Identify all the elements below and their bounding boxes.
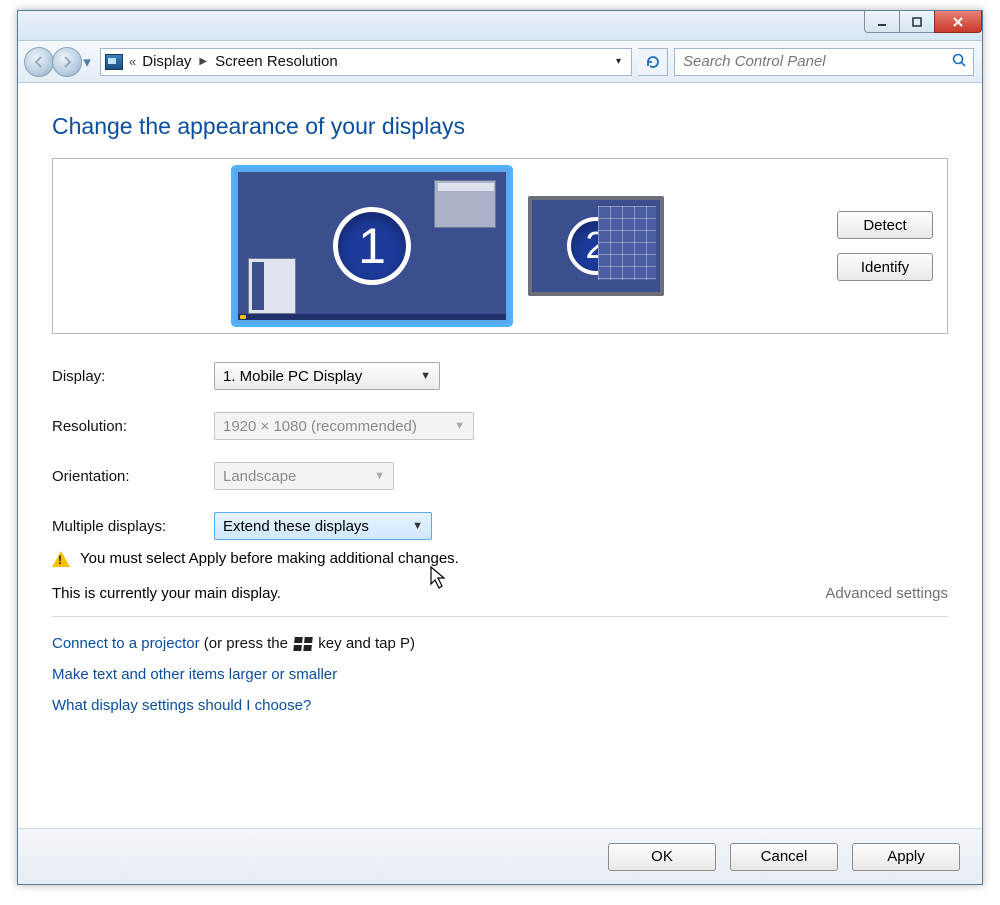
orientation-dropdown[interactable]: Landscape ▼: [214, 462, 394, 490]
titlebar: [18, 11, 982, 41]
address-bar[interactable]: « Display ▶ Screen Resolution ▾: [100, 48, 632, 76]
identify-button[interactable]: Identify: [837, 253, 933, 281]
cancel-button[interactable]: Cancel: [730, 843, 838, 871]
breadcrumb-caret-icon[interactable]: ▶: [197, 56, 209, 67]
display-arrangement-canvas[interactable]: 1 2: [61, 167, 837, 325]
monitor-1-number: 1: [333, 207, 411, 285]
monitor-1-taskbar: [238, 314, 506, 320]
advanced-settings-link[interactable]: Advanced settings: [825, 585, 948, 602]
back-button[interactable]: [24, 47, 54, 77]
minimize-button[interactable]: [864, 11, 900, 33]
main-display-text: This is currently your main display.: [52, 585, 281, 602]
search-box[interactable]: [674, 48, 974, 76]
display-value: 1. Mobile PC Display: [223, 368, 362, 385]
chevron-down-icon: ▼: [412, 520, 423, 532]
warning-text: You must select Apply before making addi…: [80, 550, 459, 567]
footer: OK Cancel Apply: [18, 828, 982, 884]
ok-button[interactable]: OK: [608, 843, 716, 871]
monitor-2-grid: [598, 206, 656, 280]
orientation-value: Landscape: [223, 468, 296, 485]
breadcrumb-current[interactable]: Screen Resolution: [215, 53, 338, 70]
connect-projector-link[interactable]: Connect to a projector: [52, 635, 200, 652]
detect-button[interactable]: Detect: [837, 211, 933, 239]
control-panel-icon: [105, 54, 123, 70]
resolution-label: Resolution:: [52, 418, 214, 435]
apply-button[interactable]: Apply: [852, 843, 960, 871]
text-size-link[interactable]: Make text and other items larger or smal…: [52, 666, 337, 683]
projector-suffix-b: key and tap P): [314, 635, 415, 652]
forward-button[interactable]: [52, 47, 82, 77]
display-dropdown[interactable]: 1. Mobile PC Display ▼: [214, 362, 440, 390]
divider: [52, 616, 948, 617]
multiple-displays-dropdown[interactable]: Extend these displays ▼: [214, 512, 432, 540]
chevron-down-icon: ▼: [420, 370, 431, 382]
monitor-1-window-thumb-2: [248, 258, 296, 314]
close-button[interactable]: [934, 11, 982, 33]
resolution-dropdown[interactable]: 1920 × 1080 (recommended) ▼: [214, 412, 474, 440]
maximize-button[interactable]: [899, 11, 935, 33]
display-arrangement-box: 1 2 Detect Identify: [52, 158, 948, 334]
breadcrumb-overflow-icon[interactable]: «: [129, 54, 136, 69]
monitor-1-window-thumb: [434, 180, 496, 228]
nav-history-dropdown[interactable]: ▾: [80, 47, 94, 77]
warning-icon: [52, 551, 70, 567]
multiple-displays-value: Extend these displays: [223, 518, 369, 535]
page-title: Change the appearance of your displays: [52, 113, 948, 140]
orientation-label: Orientation:: [52, 468, 214, 485]
search-input[interactable]: [681, 52, 951, 71]
projector-suffix-a: (or press the: [200, 635, 293, 652]
help-link[interactable]: What display settings should I choose?: [52, 697, 311, 714]
search-icon[interactable]: [951, 52, 967, 72]
window: ▾ « Display ▶ Screen Resolution ▾ Change…: [17, 10, 983, 885]
resolution-value: 1920 × 1080 (recommended): [223, 418, 417, 435]
chevron-down-icon: ▼: [454, 420, 465, 432]
refresh-button[interactable]: [638, 48, 668, 76]
monitor-2[interactable]: 2: [528, 196, 664, 296]
monitor-1[interactable]: 1: [234, 168, 510, 324]
navbar: ▾ « Display ▶ Screen Resolution ▾: [18, 41, 982, 83]
address-dropdown-icon[interactable]: ▾: [616, 56, 627, 67]
chevron-down-icon: ▼: [374, 470, 385, 482]
windows-key-icon: [293, 637, 312, 651]
display-label: Display:: [52, 368, 214, 385]
breadcrumb-parent[interactable]: Display: [142, 53, 191, 70]
multiple-displays-label: Multiple displays:: [52, 518, 214, 535]
content-area: Change the appearance of your displays 1…: [18, 83, 982, 828]
